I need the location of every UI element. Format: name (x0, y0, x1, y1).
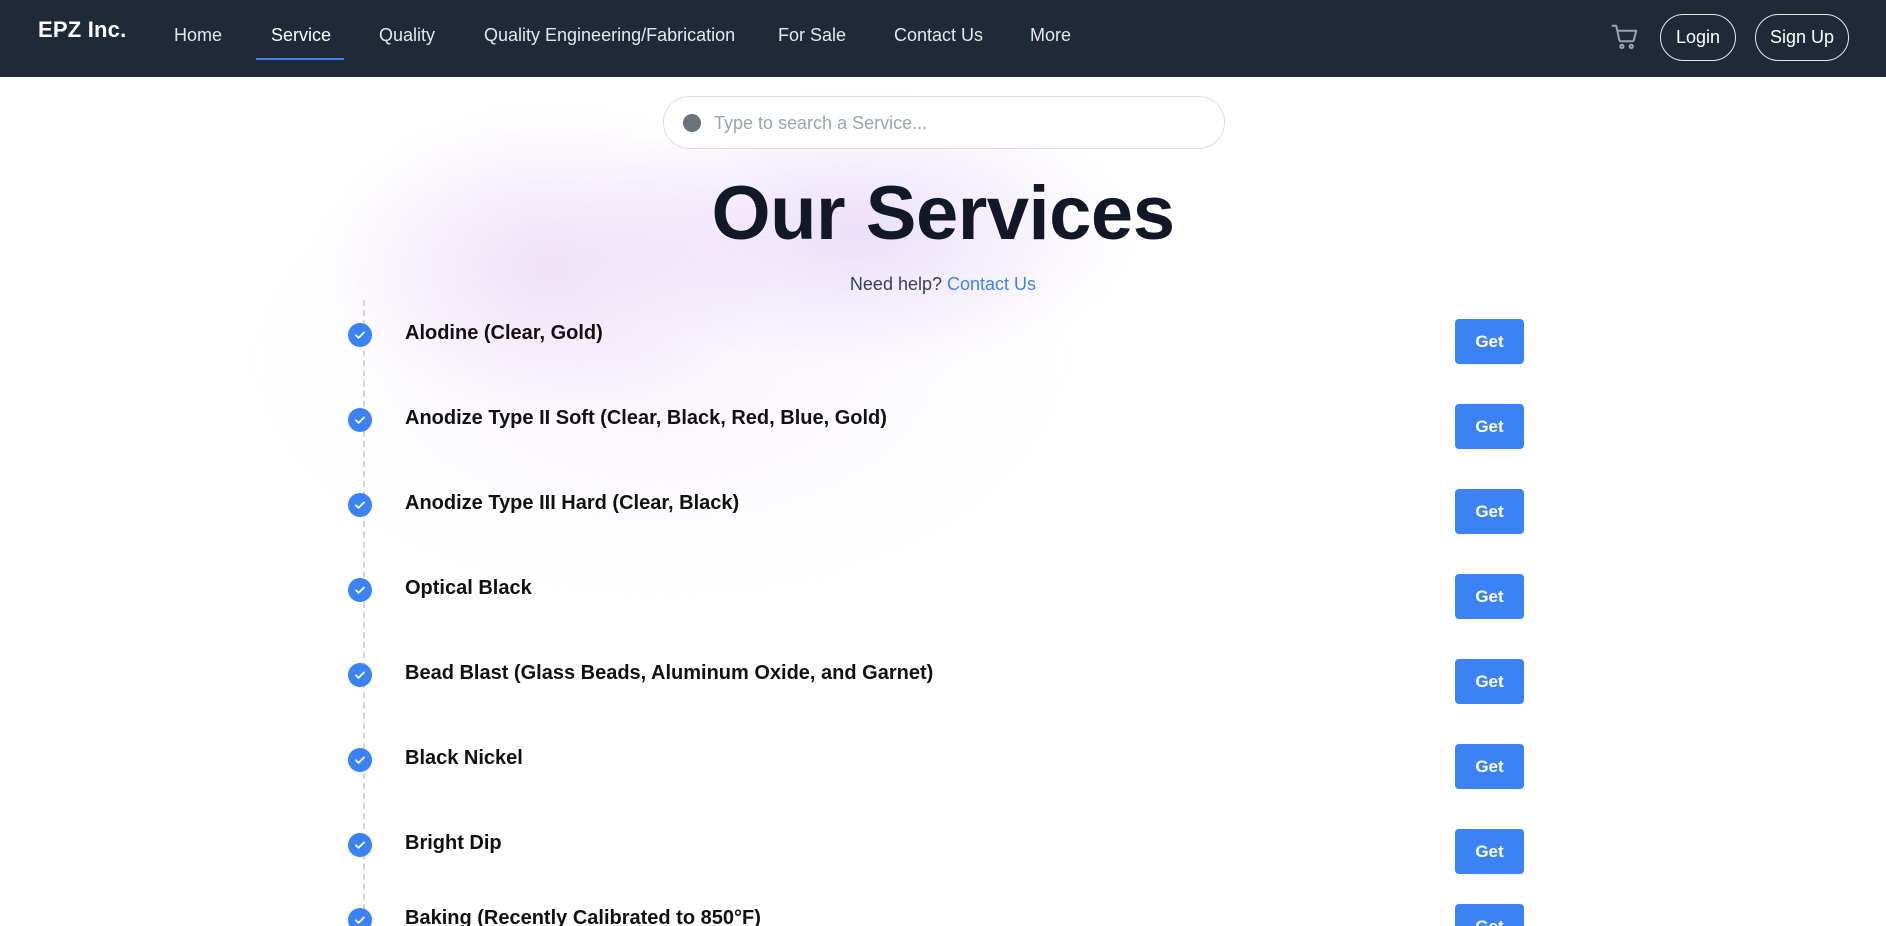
page: EPZ Inc. Home Service Quality Quality En… (0, 0, 1886, 926)
service-name: Anodize Type III Hard (Clear, Black) (405, 492, 740, 514)
service-list: Alodine (Clear, Gold) Get Anodize Type I… (0, 0, 1886, 926)
check-circle-icon (348, 748, 372, 772)
check-circle-icon (348, 493, 372, 517)
service-name: Optical Black (405, 577, 532, 599)
service-row: Bright Dip Get (0, 823, 1886, 883)
service-name: Black Nickel (405, 747, 523, 769)
service-name: Baking (Recently Calibrated to 850°F) (405, 907, 761, 926)
service-name: Bright Dip (405, 832, 502, 854)
nav-item-more[interactable]: More (1030, 25, 1071, 46)
service-name: Anodize Type II Soft (Clear, Black, Red,… (405, 407, 887, 429)
get-service-button[interactable]: Get (1455, 319, 1524, 364)
nav-item-quality-engineering[interactable]: Quality Engineering/Fabrication (484, 25, 735, 46)
service-row: Alodine (Clear, Gold) Get (0, 313, 1886, 373)
check-circle-icon (348, 408, 372, 432)
check-circle-icon (348, 663, 372, 687)
service-row: Anodize Type II Soft (Clear, Black, Red,… (0, 398, 1886, 458)
sign-up-button[interactable]: Sign Up (1755, 14, 1849, 61)
brand-logo[interactable]: EPZ Inc. (38, 17, 126, 43)
nav-item-service[interactable]: Service (271, 25, 331, 46)
get-service-button[interactable]: Get (1455, 659, 1524, 704)
get-service-button[interactable]: Get (1455, 574, 1524, 619)
shopping-cart-icon[interactable] (1610, 22, 1640, 52)
service-row: Black Nickel Get (0, 738, 1886, 798)
service-row: Bead Blast (Glass Beads, Aluminum Oxide,… (0, 653, 1886, 713)
service-row: Baking (Recently Calibrated to 850°F) Ge… (0, 898, 1886, 926)
get-service-button[interactable]: Get (1455, 829, 1524, 874)
check-circle-icon (348, 323, 372, 347)
active-tab-underline (256, 58, 344, 60)
top-navbar: EPZ Inc. Home Service Quality Quality En… (0, 0, 1886, 77)
get-service-button[interactable]: Get (1455, 404, 1524, 449)
nav-item-quality[interactable]: Quality (379, 25, 435, 46)
nav-item-home[interactable]: Home (174, 25, 222, 46)
nav-item-for-sale[interactable]: For Sale (778, 25, 846, 46)
service-name: Bead Blast (Glass Beads, Aluminum Oxide,… (405, 662, 934, 684)
check-circle-icon (348, 578, 372, 602)
login-button[interactable]: Login (1660, 14, 1736, 61)
check-circle-icon (348, 908, 372, 926)
check-circle-icon (348, 833, 372, 857)
service-row: Optical Black Get (0, 568, 1886, 628)
service-row: Anodize Type III Hard (Clear, Black) Get (0, 483, 1886, 543)
get-service-button[interactable]: Get (1455, 904, 1524, 926)
get-service-button[interactable]: Get (1455, 744, 1524, 789)
nav-item-contact-us[interactable]: Contact Us (894, 25, 983, 46)
service-name: Alodine (Clear, Gold) (405, 322, 603, 344)
get-service-button[interactable]: Get (1455, 489, 1524, 534)
